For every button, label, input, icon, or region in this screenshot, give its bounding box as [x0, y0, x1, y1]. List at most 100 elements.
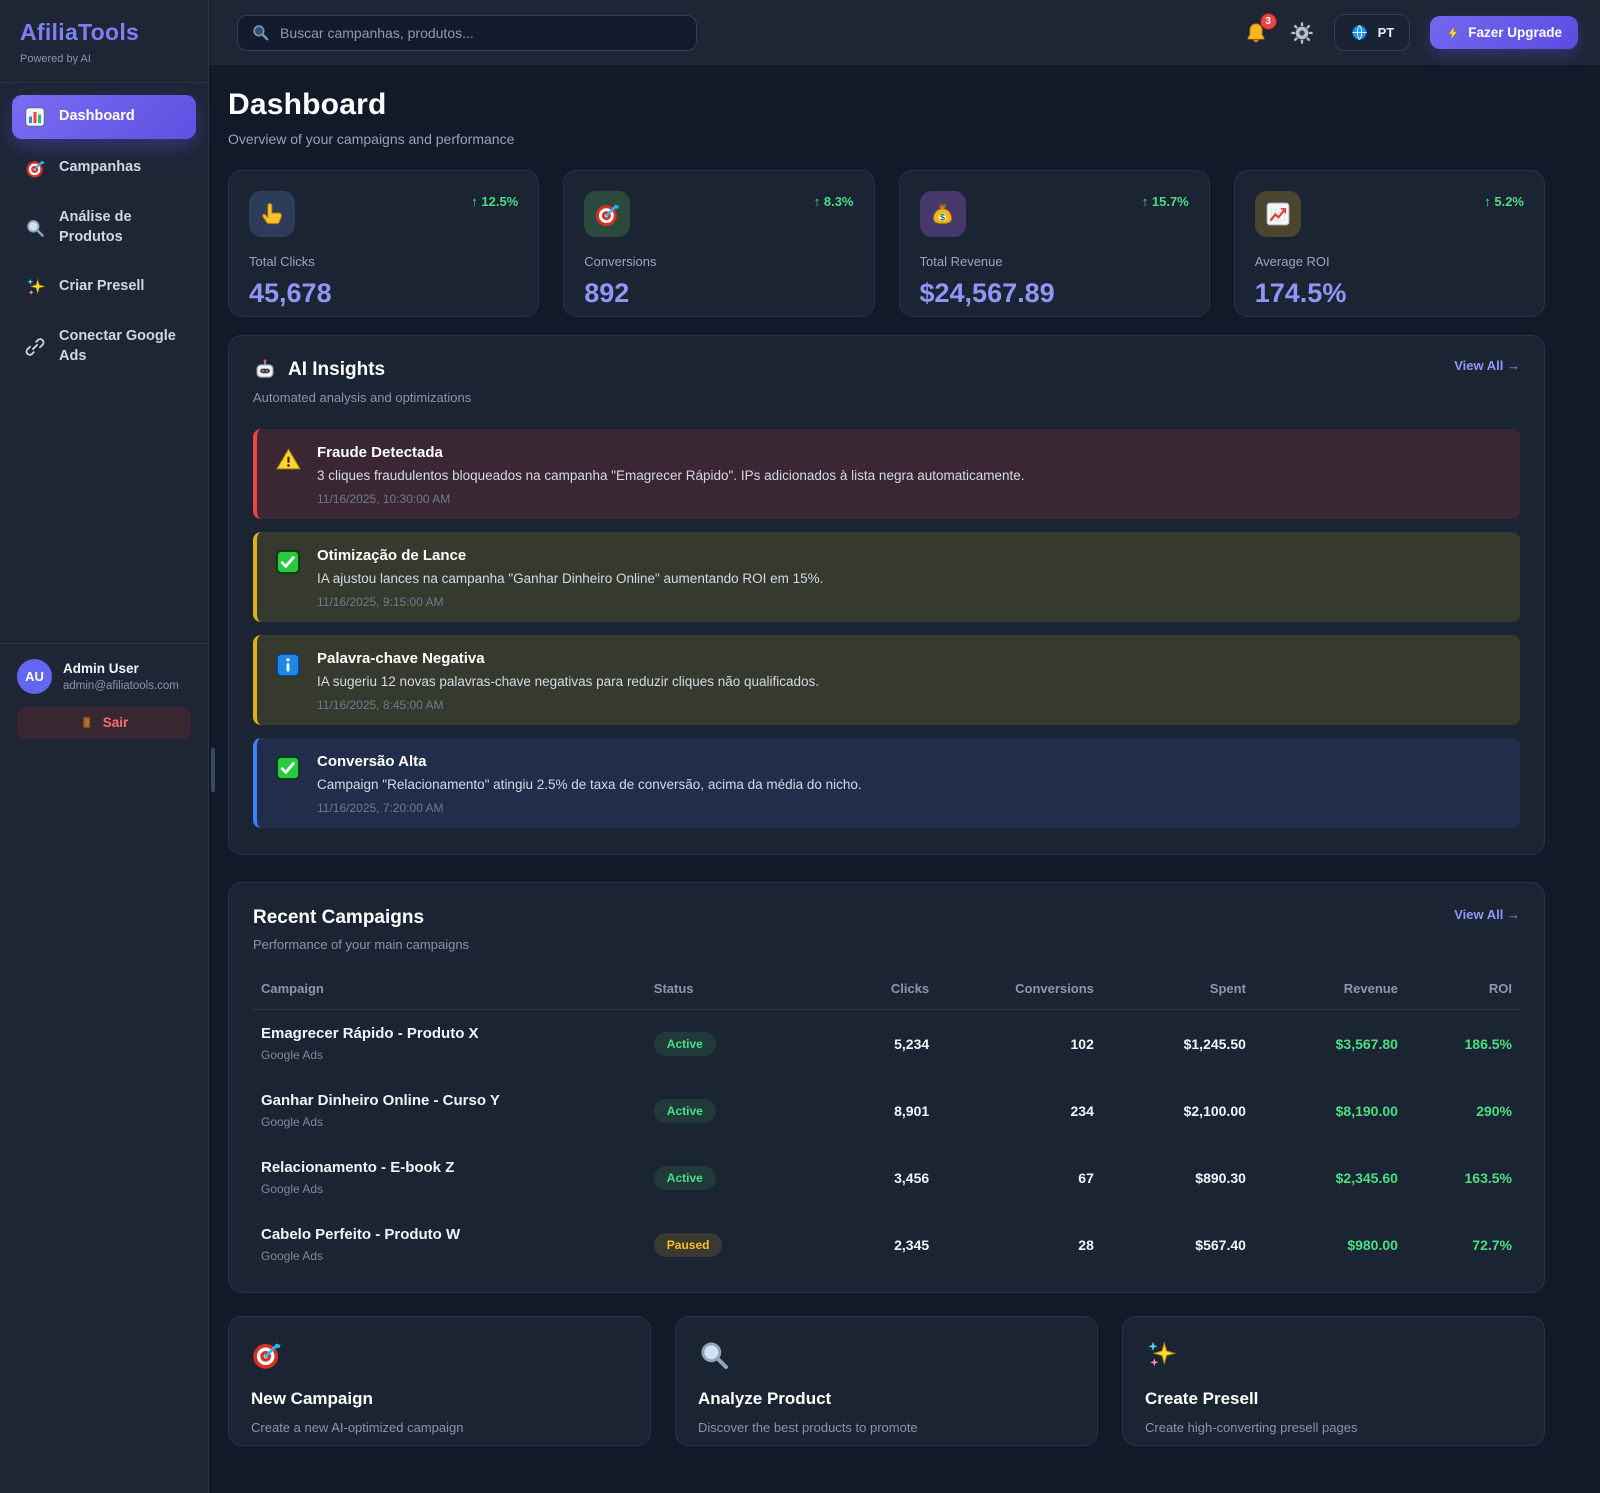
magnifier-icon — [698, 1339, 730, 1371]
stats-row: ↑ 12.5% Total Clicks 45,678 ↑ 8.3% Conve… — [228, 170, 1545, 317]
column-header-roi: ROI — [1406, 968, 1520, 1010]
new-campaign-card[interactable]: New Campaign Create a new AI-optimized c… — [228, 1316, 651, 1446]
column-header-status: Status — [646, 968, 811, 1010]
language-label: PT — [1378, 25, 1395, 40]
stat-label: Total Revenue — [920, 254, 1189, 269]
sidebar-item-conectar-google-ads[interactable]: Conectar Google Ads — [12, 316, 196, 377]
target-icon — [584, 191, 630, 237]
campaign-conversions: 28 — [937, 1211, 1102, 1278]
campaigns-table: Campaign Status Clicks Conversions Spent… — [253, 968, 1520, 1278]
campaigns-title: Recent Campaigns — [253, 907, 469, 929]
user-email: admin@afiliatools.com — [63, 680, 179, 692]
stat-value: 174.5% — [1255, 278, 1524, 309]
insights-view-all-link[interactable]: View All → — [1454, 358, 1520, 373]
search-bar — [237, 15, 697, 51]
scrollbar-thumb[interactable] — [211, 748, 215, 792]
action-title: Create Presell — [1145, 1389, 1522, 1409]
logout-label: Sair — [103, 715, 129, 730]
pointing-hand-icon — [249, 191, 295, 237]
alert-description: IA ajustou lances na campanha "Ganhar Di… — [317, 571, 823, 586]
campaign-platform: Google Ads — [261, 1048, 638, 1062]
avatar: AU — [17, 659, 52, 694]
brand-name: AfiliaTools — [20, 19, 188, 46]
alert-title: Otimização de Lance — [317, 547, 823, 564]
sidebar-item-dashboard[interactable]: Dashboard — [12, 95, 196, 139]
sidebar-item-label: Criar Presell — [59, 277, 144, 297]
create-presell-card[interactable]: Create Presell Create high-converting pr… — [1122, 1316, 1545, 1446]
alert-title: Conversão Alta — [317, 753, 862, 770]
alert-timestamp: 11/16/2025, 9:15:00 AM — [317, 595, 823, 609]
warning-icon — [275, 444, 302, 506]
settings-button[interactable] — [1290, 21, 1314, 45]
sidebar-item-label: Análise de Produtos — [59, 208, 184, 247]
campaign-revenue: $980.00 — [1254, 1211, 1406, 1278]
campaign-name: Relacionamento - E-book Z — [261, 1159, 638, 1176]
gear-icon — [1290, 21, 1314, 45]
logout-button[interactable]: Sair — [17, 707, 191, 739]
campaign-spent: $1,245.50 — [1102, 1010, 1254, 1078]
column-header-revenue: Revenue — [1254, 968, 1406, 1010]
status-badge: Active — [654, 1032, 716, 1056]
campaign-clicks: 2,345 — [810, 1211, 937, 1278]
sidebar-item-campanhas[interactable]: Campanhas — [12, 146, 196, 190]
campaign-platform: Google Ads — [261, 1115, 638, 1129]
status-badge: Active — [654, 1166, 716, 1190]
stat-label: Total Clicks — [249, 254, 518, 269]
table-row: Relacionamento - E-book Z Google Ads Act… — [253, 1144, 1520, 1211]
svg-text:$: $ — [940, 212, 945, 222]
target-icon — [251, 1339, 283, 1371]
brand-block: AfiliaTools Powered by AI — [0, 0, 208, 83]
alert-timestamp: 11/16/2025, 7:20:00 AM — [317, 801, 862, 815]
stat-value: $24,567.89 — [920, 278, 1189, 309]
info-icon — [275, 650, 302, 712]
campaign-clicks: 3,456 — [810, 1144, 937, 1211]
campaign-conversions: 102 — [937, 1010, 1102, 1078]
sidebar: AfiliaTools Powered by AI Dashboard Camp… — [0, 0, 209, 1493]
search-input[interactable] — [237, 15, 697, 51]
magnifier-icon — [24, 217, 46, 239]
campaign-clicks: 8,901 — [810, 1077, 937, 1144]
insights-subtitle: Automated analysis and optimizations — [253, 390, 471, 405]
check-box-icon — [275, 547, 302, 609]
campaign-roi: 290% — [1406, 1077, 1520, 1144]
sidebar-user-section: AU Admin User admin@afiliatools.com Sair — [0, 643, 208, 755]
stat-value: 892 — [584, 278, 853, 309]
campaigns-view-all-link[interactable]: View All → — [1454, 907, 1520, 922]
campaign-spent: $567.40 — [1102, 1211, 1254, 1278]
campaign-name: Cabelo Perfeito - Produto W — [261, 1226, 638, 1243]
page-title: Dashboard — [228, 88, 1545, 122]
campaign-name: Ganhar Dinheiro Online - Curso Y — [261, 1092, 638, 1109]
notifications-button[interactable]: 3 — [1242, 19, 1270, 47]
sidebar-item-criar-presell[interactable]: Criar Presell — [12, 265, 196, 309]
ai-insights-panel: AI Insights Automated analysis and optim… — [228, 335, 1545, 855]
campaign-name: Emagrecer Rápido - Produto X — [261, 1025, 638, 1042]
sidebar-item-label: Campanhas — [59, 158, 141, 178]
analyze-product-card[interactable]: Analyze Product Discover the best produc… — [675, 1316, 1098, 1446]
sidebar-nav: Dashboard Campanhas Análise de Produtos … — [0, 83, 208, 389]
action-description: Create a new AI-optimized campaign — [251, 1420, 628, 1435]
stat-card-conversions: ↑ 8.3% Conversions 892 — [563, 170, 874, 317]
sidebar-item-analise-produtos[interactable]: Análise de Produtos — [12, 197, 196, 258]
campaign-platform: Google Ads — [261, 1249, 638, 1263]
search-icon — [251, 23, 270, 47]
globe-icon — [1350, 23, 1369, 42]
alert-title: Palavra-chave Negativa — [317, 650, 819, 667]
language-selector[interactable]: PT — [1334, 14, 1411, 51]
door-icon — [80, 715, 95, 730]
insights-title: AI Insights — [288, 359, 385, 381]
bar-chart-icon — [24, 106, 46, 128]
chart-increasing-icon — [1255, 191, 1301, 237]
app-root: AfiliaTools Powered by AI Dashboard Camp… — [0, 0, 1600, 1493]
upgrade-button[interactable]: Fazer Upgrade — [1430, 16, 1578, 49]
topbar-actions: 3 — [1242, 14, 1578, 51]
quick-actions-row: New Campaign Create a new AI-optimized c… — [228, 1316, 1545, 1446]
status-badge: Active — [654, 1099, 716, 1123]
alert-item: Conversão Alta Campaign "Relacionamento"… — [253, 738, 1520, 828]
campaign-revenue: $8,190.00 — [1254, 1077, 1406, 1144]
stat-card-total-clicks: ↑ 12.5% Total Clicks 45,678 — [228, 170, 539, 317]
sidebar-item-label: Dashboard — [59, 107, 135, 127]
stat-card-total-revenue: $ ↑ 15.7% Total Revenue $24,567.89 — [899, 170, 1210, 317]
column-header-campaign: Campaign — [253, 968, 646, 1010]
campaign-roi: 186.5% — [1406, 1010, 1520, 1078]
campaign-clicks: 5,234 — [810, 1010, 937, 1078]
